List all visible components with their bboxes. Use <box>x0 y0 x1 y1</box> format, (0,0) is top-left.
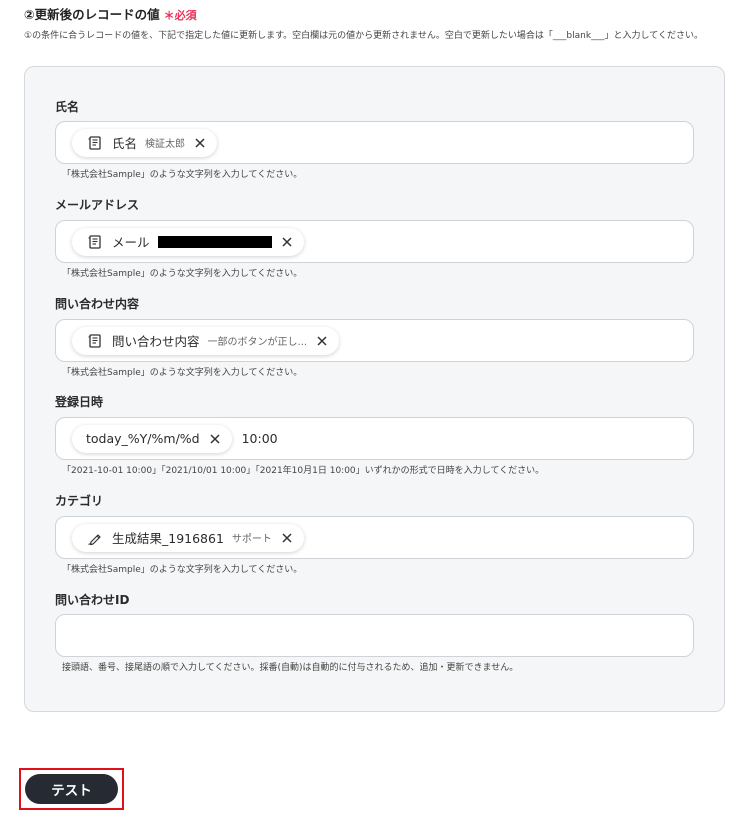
name-input[interactable]: 氏名 検証太郎 <box>55 121 694 164</box>
field-inquiry-id: 問い合わせID 接頭語、番号、接尾語の順で入力してください。採番(自動)は自動的… <box>55 592 695 673</box>
chip-label: 生成結果_1916861 <box>112 531 224 546</box>
close-icon[interactable] <box>208 432 222 446</box>
test-button[interactable]: テスト <box>25 774 118 804</box>
document-icon <box>86 332 104 350</box>
section-description: ①の条件に合うレコードの値を、下記で指定した値に更新します。空白欄は元の値から更… <box>24 31 704 41</box>
field-label: メールアドレス <box>55 198 140 212</box>
variable-chip[interactable]: メール <box>72 227 304 256</box>
field-hint: 「株式会社Sample」のような文字列を入力してください。 <box>62 170 303 180</box>
inquiry-id-input[interactable] <box>55 614 694 657</box>
chip-preview: サポート <box>231 534 272 545</box>
variable-chip[interactable]: today_%Y/%m/%d <box>72 424 232 453</box>
chip-label: 氏名 <box>112 136 138 151</box>
field-hint: 「株式会社Sample」のような文字列を入力してください。 <box>62 269 303 279</box>
inquiry-input[interactable]: 問い合わせ内容 一部のボタンが正し... <box>55 319 694 362</box>
chip-label: メール <box>112 235 150 250</box>
field-name: 氏名 氏名 検証太郎 「株式会社Sample」のような文字列を入力してください。 <box>55 99 695 180</box>
field-registered-at: 登録日時 today_%Y/%m/%d 10:00 「2021-10-01 10… <box>55 394 695 476</box>
required-mark: ＊必須 <box>163 9 197 22</box>
field-inquiry: 問い合わせ内容 問い合わせ内容 一部のボタンが正し... 「株式会社Sample… <box>55 296 695 378</box>
field-hint: 接頭語、番号、接尾語の順で入力してください。採番(自動)は自動的に付与されるため… <box>62 663 519 673</box>
document-icon <box>86 134 104 152</box>
field-label: カテゴリ <box>55 494 104 508</box>
field-category: カテゴリ 生成結果_1916861 サポート 「株式会社Sample」のような文… <box>55 493 695 575</box>
variable-chip[interactable]: 問い合わせ内容 一部のボタンが正し... <box>72 326 340 355</box>
field-email: メールアドレス メール 「株式会社Sample」のような文字列を入力してください… <box>55 197 695 279</box>
category-input[interactable]: 生成結果_1916861 サポート <box>55 516 694 559</box>
close-icon[interactable] <box>193 136 207 150</box>
field-label: 登録日時 <box>55 395 104 409</box>
field-label: 問い合わせID <box>55 593 130 607</box>
close-icon[interactable] <box>280 235 294 249</box>
field-label: 問い合わせ内容 <box>55 297 140 311</box>
field-hint: 「2021-10-01 10:00」「2021/10/01 10:00」「202… <box>62 466 545 476</box>
document-icon <box>86 233 104 251</box>
datetime-input[interactable]: today_%Y/%m/%d 10:00 <box>55 417 694 460</box>
test-button-highlight: テスト <box>19 768 124 810</box>
time-text: 10:00 <box>241 431 278 446</box>
close-icon[interactable] <box>315 334 329 348</box>
pen-icon <box>86 529 104 547</box>
section-title: ②更新後のレコードの値 ＊必須 <box>24 4 197 23</box>
close-icon[interactable] <box>280 531 294 545</box>
section-title-text: ②更新後のレコードの値 <box>24 7 160 22</box>
field-hint: 「株式会社Sample」のような文字列を入力してください。 <box>62 565 303 575</box>
chip-label: 問い合わせ内容 <box>112 334 200 349</box>
redacted-value <box>157 235 272 248</box>
variable-chip[interactable]: 生成結果_1916861 サポート <box>72 523 304 552</box>
chip-preview: 一部のボタンが正し... <box>207 337 308 348</box>
chip-label: today_%Y/%m/%d <box>86 431 200 446</box>
email-input[interactable]: メール <box>55 220 694 263</box>
variable-chip[interactable]: 氏名 検証太郎 <box>72 128 218 157</box>
chip-preview: 検証太郎 <box>145 139 186 150</box>
field-hint: 「株式会社Sample」のような文字列を入力してください。 <box>62 368 303 378</box>
field-label: 氏名 <box>55 100 80 114</box>
fields-panel: 氏名 氏名 検証太郎 「株式会社Sample」のような文字列を入力してください。… <box>24 66 725 712</box>
